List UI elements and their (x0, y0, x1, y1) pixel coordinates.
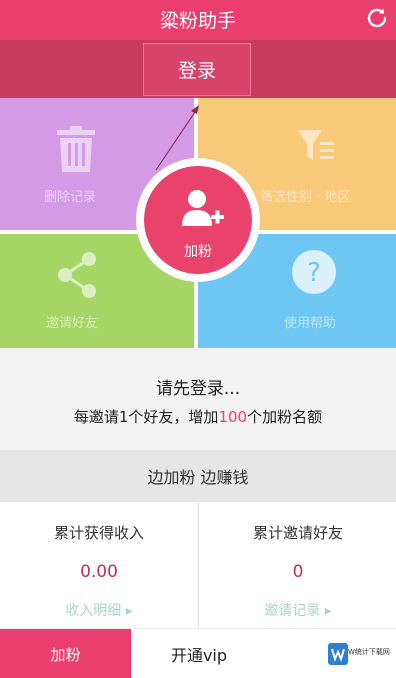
refresh-icon[interactable] (364, 5, 390, 31)
tile-label: 筛选性别 · 地区 (260, 190, 351, 205)
income-value: 0.00 (80, 562, 118, 582)
reward-amount: 100 (218, 408, 248, 426)
add-fans-button[interactable]: 加粉 (136, 158, 260, 282)
tile-label: 删除记录 (44, 190, 97, 205)
invite-records-link[interactable]: 邀请记录 ▸ (199, 600, 396, 620)
watermark-icon (328, 643, 348, 665)
income-label: 累计获得收入 (53, 524, 144, 542)
add-fans-button-inner: 加粉 (144, 166, 252, 274)
income-stat: 累计获得收入 0.00 收入明细 ▸ (0, 502, 198, 628)
bottom-tab-bar: 加粉 开通vip W统计下载网 (0, 628, 396, 678)
watermark-logo: W统计下载网 (326, 637, 392, 673)
tile-label: 邀请好友 (46, 316, 99, 331)
slogan-banner: 边加粉 边赚钱 (0, 450, 396, 502)
invites-label: 累计邀请好友 (252, 524, 343, 542)
login-prompt: 请先登录... 每邀请1个好友，增加100个加粉名额 (0, 348, 396, 450)
svg-text:?: ? (307, 258, 321, 288)
reward-prefix: 每邀请1个好友，增加 (73, 408, 219, 426)
share-icon (58, 252, 96, 298)
watermark-text: W统计下载网 (348, 648, 390, 656)
login-bar: 登录 (0, 40, 396, 98)
trash-icon (57, 126, 95, 172)
income-details-link[interactable]: 收入明细 ▸ (0, 600, 198, 620)
funnel-icon (298, 130, 334, 160)
add-fans-label: 加粉 (184, 244, 212, 260)
invites-stat: 累计邀请好友 0 邀请记录 ▸ (198, 502, 396, 628)
reward-suffix: 个加粉名额 (247, 408, 323, 426)
tile-label: 使用帮助 (284, 316, 337, 331)
login-button[interactable]: 登录 (143, 43, 251, 96)
app-title: 粱粉助手 (159, 10, 236, 32)
add-user-icon (182, 190, 224, 226)
help-icon: ? (292, 250, 336, 294)
tab-open-vip[interactable]: 开通vip (131, 629, 267, 678)
title-bar: 粱粉助手 (0, 0, 396, 40)
invites-value: 0 (292, 562, 304, 582)
login-prompt-text: 请先登录... (155, 379, 241, 399)
invite-reward-text: 每邀请1个好友，增加100个加粉名额 (0, 406, 396, 427)
stats-panel: 累计获得收入 0.00 收入明细 ▸ 累计邀请好友 0 邀请记录 ▸ (0, 502, 396, 628)
tab-add-fans[interactable]: 加粉 (0, 629, 131, 678)
